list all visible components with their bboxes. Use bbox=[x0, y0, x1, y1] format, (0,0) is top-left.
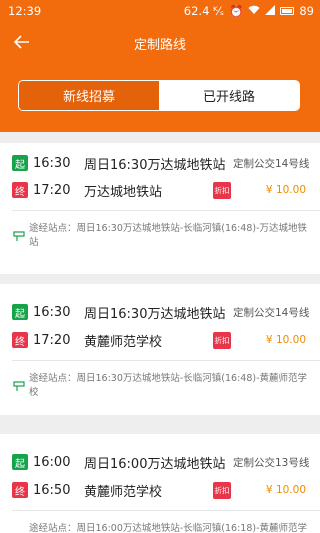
start-place: 周日16:30万达城地铁站 bbox=[84, 157, 226, 173]
route-card[interactable]: 起 16:00 周日16:00万达城地铁站 定制公交13号线 终 16:50 黄… bbox=[0, 434, 320, 533]
end-place: 黄麓师范学校 bbox=[84, 484, 163, 500]
route-number: 定制公交14号线 bbox=[233, 157, 310, 170]
price: ¥ 10.00 bbox=[265, 334, 306, 346]
discount-badge: 折扣 bbox=[213, 331, 231, 349]
stops-text: 途经站点：周日16:00万达城地铁站-长临河镇(16:18)-黄麓师范学校 bbox=[29, 523, 308, 533]
divider bbox=[12, 210, 320, 211]
divider bbox=[12, 510, 320, 511]
page-title: 定制路线 bbox=[133, 38, 186, 53]
route-number: 定制公交13号线 bbox=[233, 456, 310, 469]
end-time: 17:20 bbox=[33, 332, 71, 348]
status-bar: 12:39 62.4 ᴷ⁄ₛ ⏰ 89 bbox=[0, 0, 320, 22]
discount-badge: 折扣 bbox=[213, 181, 231, 199]
tab-opened[interactable]: 已开线路 bbox=[159, 81, 299, 110]
start-tag: 起 bbox=[12, 304, 28, 320]
start-place: 周日16:00万达城地铁站 bbox=[84, 456, 226, 472]
end-time: 16:50 bbox=[33, 482, 71, 498]
start-time: 16:30 bbox=[33, 304, 71, 320]
battery-level: 89 bbox=[299, 4, 314, 18]
start-place: 周日16:30万达城地铁站 bbox=[84, 306, 226, 322]
route-card[interactable]: 起 16:30 周日16:30万达城地铁站 定制公交14号线 终 17:20 黄… bbox=[0, 284, 320, 415]
route-number: 定制公交14号线 bbox=[233, 306, 310, 319]
start-tag: 起 bbox=[12, 155, 28, 171]
status-time: 12:39 bbox=[8, 4, 42, 18]
alarm-icon: ⏰ bbox=[229, 4, 244, 18]
start-time: 16:30 bbox=[33, 155, 71, 171]
end-place: 万达城地铁站 bbox=[84, 184, 163, 200]
stops-text: 途经站点：周日16:30万达城地铁站-长临河镇(16:48)-万达城地铁站 bbox=[29, 223, 308, 248]
status-indicators: 62.4 ᴷ⁄ₛ ⏰ 89 bbox=[184, 4, 314, 18]
start-time: 16:00 bbox=[33, 454, 71, 470]
start-tag: 起 bbox=[12, 454, 28, 470]
route-stops-icon bbox=[13, 231, 25, 241]
battery-icon bbox=[280, 7, 295, 15]
tab-recruiting[interactable]: 新线招募 bbox=[19, 81, 159, 110]
price: ¥ 10.00 bbox=[265, 484, 306, 496]
end-place: 黄麓师范学校 bbox=[84, 334, 163, 350]
divider bbox=[12, 360, 320, 361]
nav-bar: 定制路线 bbox=[0, 26, 320, 58]
route-tabs: 新线招募 已开线路 bbox=[18, 80, 300, 111]
end-tag: 终 bbox=[12, 482, 28, 498]
route-card[interactable]: 起 16:30 周日16:30万达城地铁站 定制公交14号线 终 17:20 万… bbox=[0, 143, 320, 274]
network-speed: 62.4 ᴷ⁄ₛ bbox=[183, 4, 225, 18]
app-header: 12:39 62.4 ᴷ⁄ₛ ⏰ 89 定制路线 新线招募 已开线路 bbox=[0, 0, 320, 132]
price: ¥ 10.00 bbox=[265, 184, 306, 196]
end-time: 17:20 bbox=[33, 182, 71, 198]
signal-icon bbox=[265, 4, 276, 18]
wifi-icon bbox=[248, 4, 260, 18]
stops-text: 途经站点：周日16:30万达城地铁站-长临河镇(16:48)-黄麓师范学校 bbox=[29, 373, 308, 398]
route-stops-icon bbox=[13, 381, 25, 391]
end-tag: 终 bbox=[12, 182, 28, 198]
discount-badge: 折扣 bbox=[213, 481, 231, 499]
end-tag: 终 bbox=[12, 332, 28, 348]
